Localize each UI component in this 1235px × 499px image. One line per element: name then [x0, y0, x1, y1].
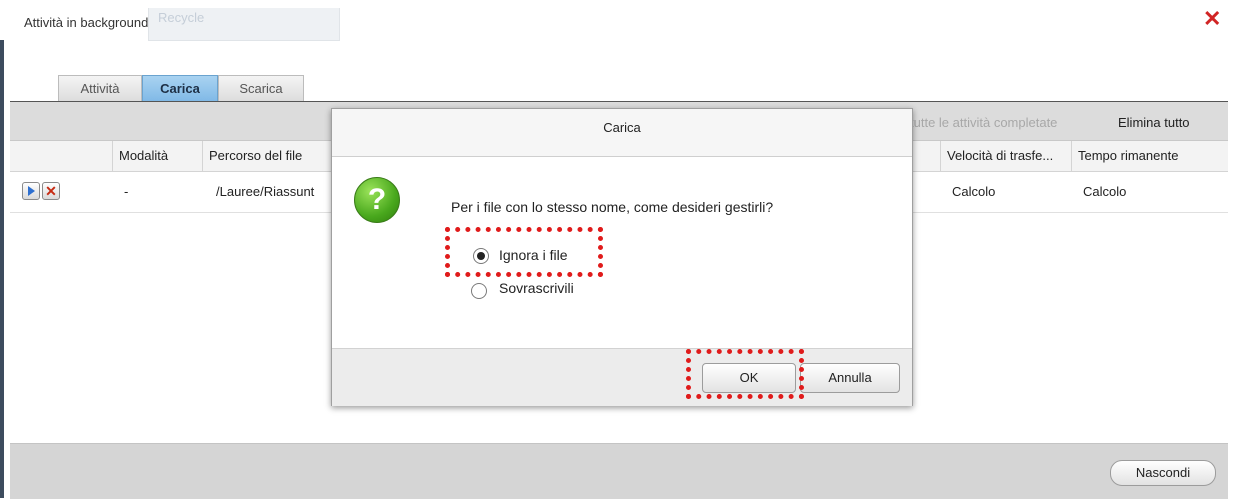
- highlight-ok-button: [686, 349, 804, 399]
- dialog-question: Per i file con lo stesso nome, come desi…: [451, 199, 774, 215]
- close-icon[interactable]: ✕: [1203, 8, 1221, 30]
- row-remaining: Calcolo: [1083, 184, 1127, 199]
- ghost-tab-text: Recycle: [158, 10, 205, 25]
- cancel-icon[interactable]: ✕: [42, 182, 60, 200]
- column-header-mode[interactable]: Modalità: [112, 141, 199, 171]
- tab-attivita[interactable]: Attività: [58, 75, 142, 102]
- hide-button[interactable]: Nascondi: [1110, 460, 1216, 486]
- window-edge: [0, 40, 4, 498]
- delete-all-button[interactable]: Elimina tutto: [1118, 115, 1190, 130]
- window-footer: Nascondi: [10, 443, 1228, 499]
- column-header-path[interactable]: Percorso del file: [202, 141, 329, 171]
- tab-carica[interactable]: Carica: [142, 75, 218, 102]
- radio-overwrite-label[interactable]: Sovrascrivili: [499, 280, 574, 296]
- column-header-remaining[interactable]: Tempo rimanente: [1071, 141, 1228, 171]
- background-tasks-window: Recycle Attività in background ✕ Attivit…: [0, 0, 1235, 499]
- highlight-ignore-option: [445, 227, 603, 277]
- row-path: /Lauree/Riassunt: [216, 184, 315, 199]
- play-icon[interactable]: [22, 182, 40, 200]
- tab-scarica[interactable]: Scarica: [218, 75, 304, 102]
- clear-completed-button[interactable]: tutte le attività completate: [910, 115, 1057, 130]
- upload-conflict-dialog: Carica ? Per i file con lo stesso nome, …: [331, 108, 913, 406]
- dialog-title: Carica: [603, 120, 641, 135]
- window-title: Attività in background: [24, 15, 149, 30]
- dialog-footer: OK Annulla: [332, 348, 912, 406]
- title-bar: Recycle Attività in background: [8, 8, 1235, 41]
- question-icon: ?: [354, 177, 400, 223]
- dialog-header: Carica: [332, 109, 912, 157]
- row-speed: Calcolo: [952, 184, 996, 199]
- cancel-button[interactable]: Annulla: [800, 363, 900, 393]
- column-header-speed[interactable]: Velocità di trasfe...: [940, 141, 1067, 171]
- row-mode: -: [124, 184, 129, 199]
- radio-overwrite[interactable]: [471, 283, 487, 299]
